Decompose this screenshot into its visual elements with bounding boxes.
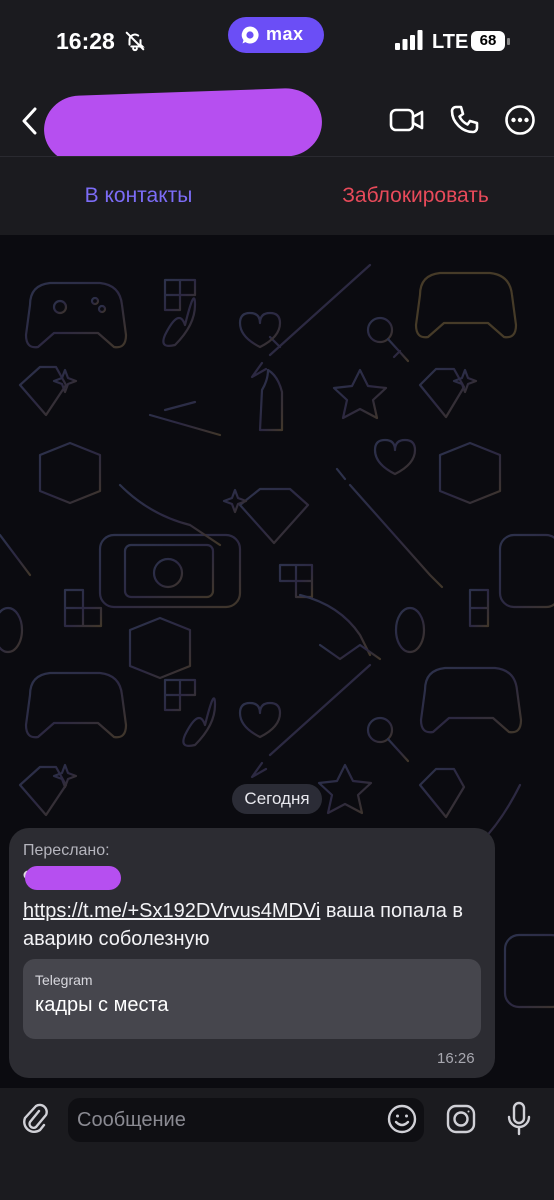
chevron-left-icon[interactable]: [18, 106, 42, 136]
preview-source: Telegram: [35, 972, 93, 988]
status-bar: 16:28 max LTE 68: [0, 0, 554, 84]
forwarded-sender-redacted[interactable]: [25, 866, 121, 890]
microphone-icon[interactable]: [505, 1101, 533, 1137]
link-preview[interactable]: Telegram кадры с места: [23, 959, 481, 1039]
network-type: LTE: [432, 31, 469, 53]
more-icon[interactable]: [504, 104, 536, 136]
app-indicator-pill[interactable]: max: [228, 17, 324, 53]
preview-title: кадры с места: [35, 994, 169, 1016]
contact-action-bar: В контакты Заблокировать: [0, 157, 554, 235]
emoji-icon[interactable]: [386, 1103, 418, 1135]
status-time: 16:28: [56, 28, 115, 54]
paperclip-icon[interactable]: [20, 1102, 48, 1136]
max-logo-icon: [241, 26, 259, 44]
chat-area[interactable]: Сегодня Переслано: https://t.me/+Sx192DV…: [0, 235, 554, 1088]
message-link[interactable]: https://t.me/+Sx192DVrvus4MDVi: [23, 900, 320, 922]
message-text: https://t.me/+Sx192DVrvus4MDVi ваша попа…: [23, 897, 488, 953]
message-bubble[interactable]: Переслано: https://t.me/+Sx192DVrvus4MDV…: [9, 828, 495, 1078]
message-composer: [0, 1088, 554, 1200]
block-button[interactable]: Заблокировать: [277, 157, 554, 235]
phone-icon[interactable]: [448, 104, 480, 136]
video-camera-icon[interactable]: [389, 104, 425, 136]
app-name: max: [266, 24, 304, 44]
camera-icon[interactable]: [445, 1103, 477, 1135]
bell-slash-icon: [125, 31, 145, 52]
date-separator: Сегодня: [232, 784, 322, 814]
signal-icon: [395, 30, 423, 50]
message-input[interactable]: [68, 1098, 424, 1142]
add-to-contacts-button[interactable]: В контакты: [0, 157, 277, 235]
contact-name-redacted[interactable]: [42, 87, 324, 165]
chat-header: [0, 84, 554, 165]
forwarded-label: Переслано:: [23, 842, 110, 859]
battery-icon: 68: [471, 31, 511, 52]
battery-cap: [507, 38, 510, 45]
message-time: 16:26: [437, 1050, 475, 1067]
battery-level: 68: [471, 31, 505, 51]
